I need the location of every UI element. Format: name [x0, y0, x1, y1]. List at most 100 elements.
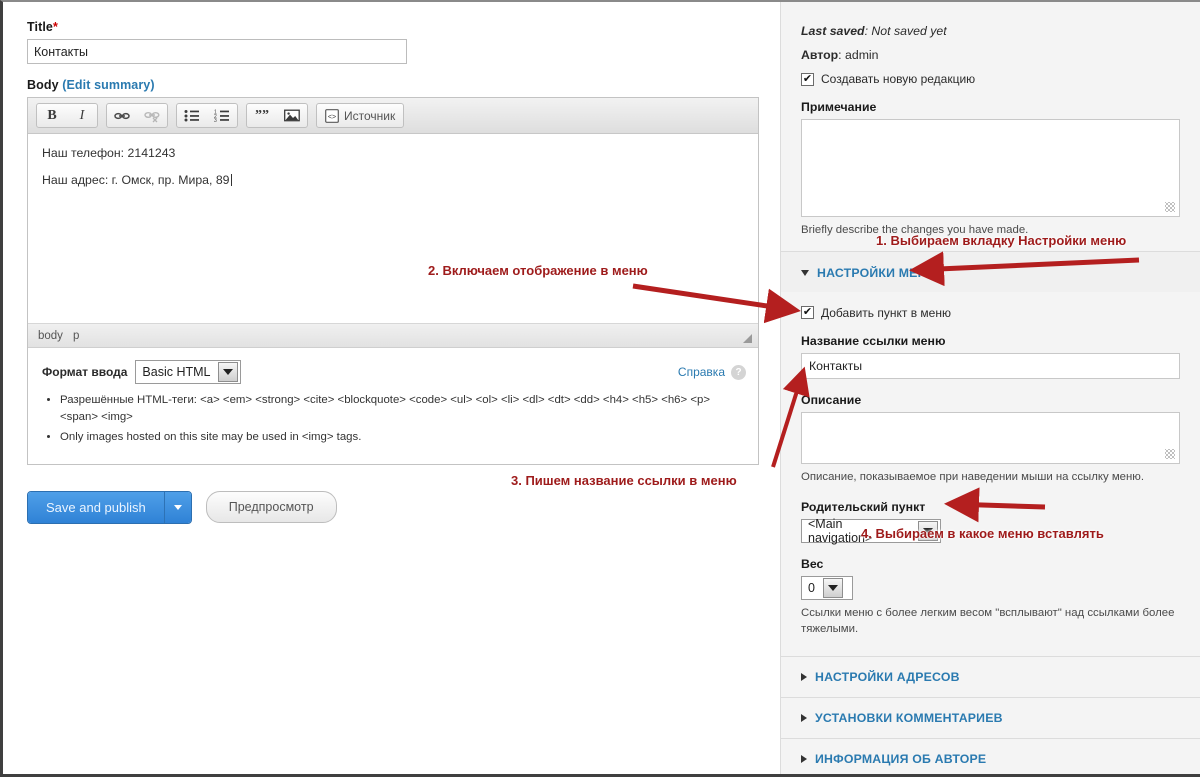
- text-format-row: Формат ввода Basic HTML Справка ?: [28, 348, 758, 392]
- format-tip: Only images hosted on this site may be u…: [60, 429, 744, 446]
- svg-text:<>: <>: [328, 114, 336, 121]
- weight-help-text: Ссылки меню с более легким весом "всплыв…: [801, 606, 1175, 635]
- bold-icon[interactable]: B: [37, 104, 67, 127]
- weight-select[interactable]: 0: [801, 575, 853, 600]
- author-value: admin: [845, 48, 879, 62]
- resize-handle-icon[interactable]: [1165, 202, 1175, 212]
- chevron-down-icon: [218, 362, 239, 382]
- menu-settings-panel: ✔ Добавить пункт в меню Название ссылки …: [781, 291, 1200, 656]
- accordion-header-address-settings[interactable]: НАСТРОЙКИ АДРЕСОВ: [781, 655, 1200, 697]
- annotation-2: 2. Включаем отображение в меню: [428, 263, 648, 278]
- accordion-header-menu-settings[interactable]: НАСТРОЙКИ МЕНЮ: [781, 250, 1200, 292]
- node-sidebar: Last saved: Not saved yet Автор: admin ✔…: [780, 2, 1200, 774]
- chevron-down-icon: [801, 269, 809, 276]
- new-revision-label: Создавать новую редакцию: [821, 72, 976, 86]
- sidebar-meta: Last saved: Not saved yet Автор: admin ✔…: [781, 2, 1200, 239]
- numbered-list-icon[interactable]: 1 2 3: [207, 104, 237, 127]
- new-revision-row[interactable]: ✔ Создавать новую редакцию: [801, 72, 1180, 86]
- format-help-label: Справка: [677, 365, 725, 379]
- accordion-title-comment-settings: УСТАНОВКИ КОММЕНТАРИЕВ: [815, 710, 1003, 725]
- page-root: Title* Body (Edit summary) B I: [0, 0, 1200, 777]
- save-options-dropdown-button[interactable]: [164, 491, 191, 523]
- chevron-down-icon: [173, 504, 182, 510]
- text-format-label: Формат ввода: [42, 365, 128, 379]
- source-button-label: Источник: [344, 108, 396, 123]
- title-input[interactable]: [27, 39, 407, 64]
- path-segment-p[interactable]: p: [73, 330, 79, 342]
- image-icon[interactable]: [277, 104, 307, 127]
- author-row: Автор: admin: [801, 48, 879, 62]
- save-and-publish-split-button: Save and publish: [27, 490, 192, 524]
- add-menu-item-checkbox[interactable]: ✔: [801, 306, 814, 320]
- editor-line-2-text: Наш адрес: г. Омск, пр. Мира, 89: [42, 173, 230, 187]
- toolbar-group-text: B I: [36, 103, 98, 128]
- toolbar-group-link: [106, 103, 168, 128]
- source-icon: <>: [325, 108, 339, 123]
- unlink-icon[interactable]: [137, 104, 167, 127]
- svg-text:3: 3: [214, 118, 217, 122]
- rich-text-editor: B I 1 2 3 ” ” <> Источник Наш телефон: 2…: [27, 97, 759, 465]
- menu-description-label: Описание: [801, 392, 862, 407]
- editor-line-2: Наш адрес: г. Омск, пр. Мира, 89: [42, 173, 744, 187]
- blockquote-icon[interactable]: ” ”: [247, 104, 277, 127]
- accordion-title-menu-settings: НАСТРОЙКИ МЕНЮ: [817, 265, 940, 280]
- resize-handle-icon[interactable]: [1165, 448, 1175, 459]
- annotation-3: 3. Пишем название ссылки в меню: [511, 473, 737, 488]
- source-button[interactable]: <> Источник: [317, 104, 403, 127]
- last-saved-row: Last saved: Not saved yet: [801, 24, 947, 38]
- svg-text:”: ”: [262, 109, 269, 122]
- accordion-title-author-info: ИНФОРМАЦИЯ ОБ АВТОРЕ: [815, 751, 987, 766]
- accordion-header-author-info[interactable]: ИНФОРМАЦИЯ ОБ АВТОРЕ: [781, 737, 1200, 774]
- menu-link-title-input[interactable]: [801, 352, 1180, 379]
- format-tip: Разрешённые HTML-теги: <a> <em> <strong>…: [60, 392, 744, 425]
- bulleted-list-icon[interactable]: [177, 104, 207, 127]
- title-label-text: Title: [27, 20, 53, 34]
- path-segment-body[interactable]: body: [38, 330, 63, 342]
- format-tips: Разрешённые HTML-теги: <a> <em> <strong>…: [28, 392, 758, 464]
- parent-item-label: Родительский пункт: [801, 499, 926, 514]
- editor-line-1: Наш телефон: 2141243: [42, 146, 176, 160]
- menu-link-title-label: Название ссылки меню: [801, 333, 946, 348]
- preview-button[interactable]: Предпросмотр: [205, 491, 337, 524]
- last-saved-value: Not saved yet: [871, 24, 947, 38]
- link-icon[interactable]: [107, 104, 137, 127]
- body-label-text: Body: [27, 78, 59, 92]
- toolbar-group-lists: 1 2 3: [176, 103, 238, 128]
- weight-label: Вес: [801, 556, 824, 571]
- editor-content-area[interactable]: Наш телефон: 2141243 Наш адрес: г. Омск,…: [28, 134, 758, 324]
- add-menu-item-row[interactable]: ✔ Добавить пункт в меню: [801, 306, 1180, 320]
- svg-text:”: ”: [255, 109, 262, 122]
- save-and-publish-button[interactable]: Save and publish: [28, 491, 165, 523]
- title-field-label: Title*: [27, 20, 783, 34]
- resize-grip-icon[interactable]: [743, 334, 752, 343]
- chevron-down-icon: [822, 577, 843, 598]
- text-format-left: Формат ввода Basic HTML: [42, 360, 242, 384]
- editor-toolbar: B I 1 2 3 ” ” <> Источник: [28, 98, 758, 134]
- chevron-right-icon: [801, 754, 807, 763]
- text-format-value: Basic HTML: [142, 365, 211, 379]
- question-mark-icon: ?: [731, 364, 746, 380]
- annotation-4: 4. Выбираем в какое меню вставлять: [861, 526, 1104, 541]
- toolbar-group-media: ” ”: [246, 103, 308, 128]
- note-label: Примечание: [801, 100, 877, 114]
- accordion-header-comment-settings[interactable]: УСТАНОВКИ КОММЕНТАРИЕВ: [781, 696, 1200, 738]
- format-help-link[interactable]: Справка ?: [677, 364, 746, 380]
- text-format-select[interactable]: Basic HTML: [135, 360, 242, 384]
- annotation-1: 1. Выбираем вкладку Настройки меню: [876, 233, 1127, 248]
- node-edit-form: Title* Body (Edit summary) B I: [3, 2, 783, 774]
- author-label: Автор: [801, 48, 839, 62]
- menu-description-textarea[interactable]: [801, 411, 1180, 464]
- weight-value: 0: [808, 580, 815, 595]
- chevron-right-icon: [801, 713, 807, 722]
- italic-icon[interactable]: I: [67, 104, 97, 127]
- new-revision-checkbox[interactable]: ✔: [801, 72, 814, 86]
- last-saved-label: Last saved: [801, 24, 865, 38]
- note-textarea[interactable]: [801, 119, 1180, 217]
- menu-description-help: Описание, показываемое при наведении мыш…: [801, 470, 1145, 483]
- add-menu-item-label: Добавить пункт в меню: [821, 305, 951, 320]
- text-caret: [230, 174, 232, 186]
- chevron-right-icon: [801, 672, 807, 681]
- required-asterisk: *: [52, 20, 58, 34]
- form-actions: Save and publish Предпросмотр: [27, 490, 783, 524]
- edit-summary-link[interactable]: (Edit summary): [62, 78, 154, 92]
